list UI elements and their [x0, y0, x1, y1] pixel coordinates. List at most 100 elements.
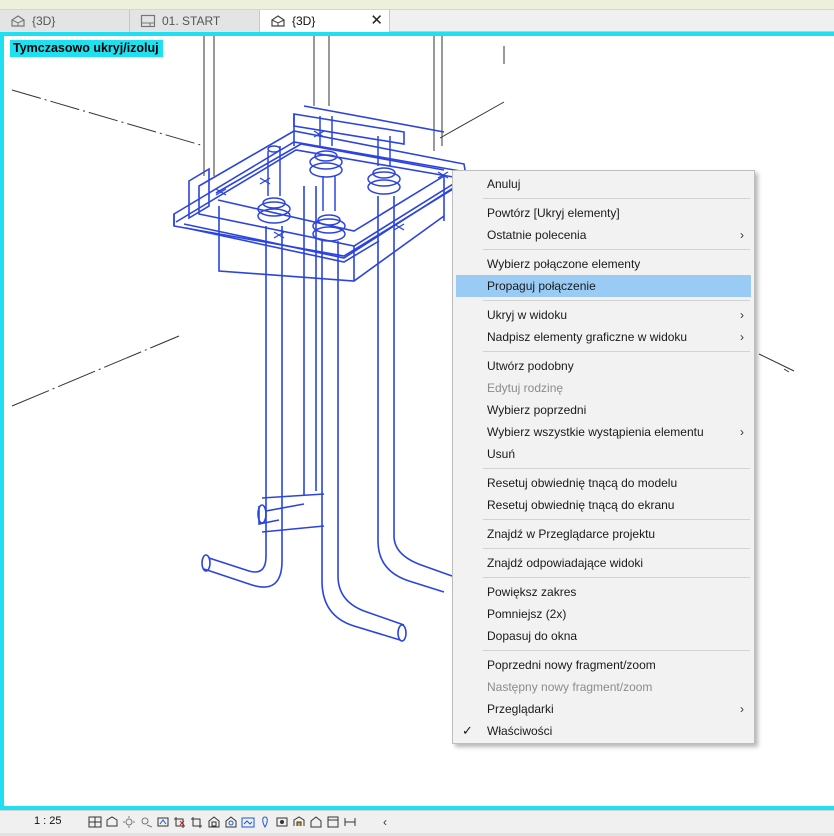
menu-item-label: Następny nowy fragment/zoom	[487, 680, 653, 694]
worksharing-icon-glyph	[261, 816, 268, 828]
analytical-model-icon-glyph	[276, 817, 287, 827]
visual-style-icon-glyph	[106, 816, 117, 827]
chevron-right-icon: ›	[740, 702, 744, 716]
tab-3d-view-1[interactable]: {3D}	[0, 10, 130, 32]
analytical-model-icon[interactable]	[273, 814, 290, 830]
temporary-view-icon-glyph	[327, 816, 338, 828]
menu-item-label: Ukryj w widoku	[487, 308, 568, 322]
menu-item[interactable]: Resetuj obwiednię tnącą do ekranu	[453, 494, 754, 516]
menu-item-label: Wybierz wszystkie wystąpienia elementu	[487, 425, 704, 439]
menu-separator	[453, 574, 754, 581]
menu-item[interactable]: ✓ Właściwości	[453, 720, 754, 742]
revit-window: {3D} 01. START {3D} ✕ Tymczasowo ukryj/i…	[0, 0, 834, 836]
menu-item[interactable]: Ukryj w widoku ›	[453, 304, 754, 326]
menu-item-label: Ostatnie polecenia	[487, 228, 587, 242]
menu-item-label: Utwórz podobny	[487, 359, 574, 373]
close-icon[interactable]: ✕	[370, 12, 383, 30]
menu-item[interactable]: Pomniejsz (2x)	[453, 603, 754, 625]
crop-view-icon[interactable]	[171, 814, 188, 830]
view-control-icons	[86, 814, 358, 830]
menu-item-label: Nadpisz elementy graficzne w widoku	[487, 330, 688, 344]
menu-separator	[453, 246, 754, 253]
menu-item-label: Edytuj rodzinę	[487, 381, 564, 395]
menu-separator	[453, 297, 754, 304]
view-scale[interactable]: 1 : 25	[34, 815, 62, 827]
menu-item-label: Poprzedni nowy fragment/zoom	[487, 658, 656, 672]
menu-item[interactable]: Utwórz podobny	[453, 355, 754, 377]
menu-item[interactable]: Anuluj	[453, 173, 754, 195]
chevron-left-icon[interactable]: ‹	[383, 815, 387, 829]
sun-path-icon[interactable]	[120, 814, 137, 830]
menu-item-label: Resetuj obwiednię tnącą do ekranu	[487, 498, 675, 512]
menu-item-label: Znajdź odpowiadające widoki	[487, 556, 644, 570]
show-crop-icon-glyph	[190, 817, 202, 828]
menu-item-label: Powtórz [Ukryj elementy]	[487, 206, 620, 220]
menu-item[interactable]: Propaguj połączenie	[456, 275, 751, 297]
menu-separator	[453, 647, 754, 654]
highlight-displacement-icon-glyph	[293, 816, 304, 826]
visual-style-icon[interactable]	[103, 814, 120, 830]
unlock-3d-icon[interactable]	[205, 814, 222, 830]
tab-label: {3D}	[292, 14, 316, 28]
shadows-icon-glyph	[141, 817, 152, 828]
menu-item[interactable]: Ostatnie polecenia ›	[453, 224, 754, 246]
menu-item[interactable]: Wybierz wszystkie wystąpienia elementu ›	[453, 421, 754, 443]
detail-level-icon[interactable]	[86, 814, 103, 830]
menu-item[interactable]: Dopasuj do okna	[453, 625, 754, 647]
menu-item-label: Usuń	[487, 447, 516, 461]
temporary-isolate-label: Tymczasowo ukryj/izoluj	[10, 40, 163, 57]
render-icon[interactable]	[154, 814, 171, 830]
tab-sheet-start[interactable]: 01. START	[130, 10, 260, 32]
shadows-icon[interactable]	[137, 814, 154, 830]
menu-item: Następny nowy fragment/zoom	[453, 676, 754, 698]
sheet-icon	[140, 14, 156, 28]
menu-item-label: Przeglądarki	[487, 702, 554, 716]
menu-separator	[453, 516, 754, 523]
menu-item[interactable]: Powiększ zakres	[453, 581, 754, 603]
temporary-hide-icon-glyph	[225, 816, 236, 828]
menu-item: Edytuj rodzinę	[453, 377, 754, 399]
render-icon-glyph	[157, 817, 168, 827]
reveal-hidden-icon[interactable]	[239, 814, 256, 830]
menu-item[interactable]: Nadpisz elementy graficzne w widoku ›	[453, 326, 754, 348]
highlight-displacement-icon[interactable]	[290, 814, 307, 830]
chevron-right-icon: ›	[740, 308, 744, 322]
menu-separator	[453, 545, 754, 552]
house-3d-icon	[11, 15, 25, 27]
menu-item[interactable]: Usuń	[453, 443, 754, 465]
3d-view-lock-icon-glyph	[344, 818, 355, 826]
3d-view-lock-icon[interactable]	[341, 814, 358, 830]
menu-item[interactable]: Powtórz [Ukryj elementy]	[453, 202, 754, 224]
temporary-hide-icon[interactable]	[222, 814, 239, 830]
menu-item[interactable]: Znajdź odpowiadające widoki	[453, 552, 754, 574]
view-tab-bar: {3D} 01. START {3D} ✕	[0, 10, 834, 33]
menu-item-label: Pomniejsz (2x)	[487, 607, 567, 621]
menu-separator	[453, 195, 754, 202]
menu-separator	[453, 348, 754, 355]
menu-item-label: Powiększ zakres	[487, 585, 577, 599]
temporary-view-icon[interactable]	[324, 814, 341, 830]
worksharing-icon[interactable]	[256, 814, 273, 830]
menu-item-label: Propaguj połączenie	[487, 279, 596, 293]
menu-item[interactable]: Resetuj obwiednię tnącą do modelu	[453, 472, 754, 494]
menu-item-label: Wybierz poprzedni	[487, 403, 587, 417]
show-crop-icon[interactable]	[188, 814, 205, 830]
reveal-constraints-icon[interactable]	[307, 814, 324, 830]
tab-label: 01. START	[162, 14, 221, 28]
menu-item-label: Anuluj	[487, 177, 521, 191]
menu-item[interactable]: Poprzedni nowy fragment/zoom	[453, 654, 754, 676]
menu-item-label: Resetuj obwiednię tnącą do modelu	[487, 476, 678, 490]
sun-path-icon-glyph	[122, 816, 135, 828]
unlock-3d-icon-glyph	[208, 816, 219, 828]
view-control-bar: 1 : 25 ‹	[0, 810, 834, 836]
menu-item[interactable]: Wybierz poprzedni	[453, 399, 754, 421]
tab-3d-view-active[interactable]: {3D} ✕	[260, 10, 390, 33]
ribbon-edge	[0, 0, 834, 10]
menu-item[interactable]: Znajdź w Przeglądarce projektu	[453, 523, 754, 545]
menu-item[interactable]: Wybierz połączone elementy	[453, 253, 754, 275]
menu-item[interactable]: Przeglądarki ›	[453, 698, 754, 720]
menu-item-label: Dopasuj do okna	[487, 629, 578, 643]
menu-separator	[453, 465, 754, 472]
menu-item-label: Znajdź w Przeglądarce projektu	[487, 527, 656, 541]
crop-view-icon-glyph	[173, 817, 185, 828]
